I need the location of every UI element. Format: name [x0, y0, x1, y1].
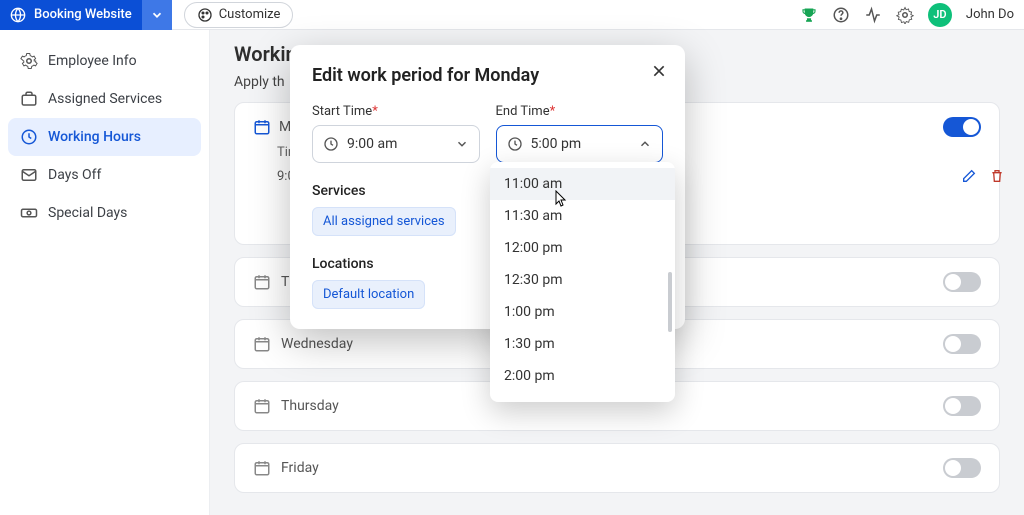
sidebar-item-label: Assigned Services [48, 91, 162, 107]
time-option[interactable]: 11:30 am [490, 200, 675, 232]
end-time-label: End Time* [496, 104, 664, 119]
help-icon[interactable] [832, 6, 850, 24]
delete-icon[interactable] [989, 168, 1005, 184]
start-time-value: 9:00 am [347, 136, 397, 152]
brand-dropdown-button[interactable] [142, 0, 172, 30]
settings-icon[interactable] [896, 6, 914, 24]
sidebar-item-label: Working Hours [48, 129, 141, 145]
day-row-friday: Friday [234, 443, 1000, 493]
sidebar-item-label: Days Off [48, 167, 101, 183]
end-time-select[interactable]: 5:00 pm [496, 125, 664, 163]
modal-title: Edit work period for Monday [312, 65, 663, 86]
sidebar-item-special-days[interactable]: Special Days [8, 194, 201, 232]
sidebar-item-days-off[interactable]: Days Off [8, 156, 201, 194]
palette-icon [197, 7, 213, 23]
close-icon [651, 63, 667, 79]
chevron-up-icon [638, 137, 652, 151]
calendar-icon [253, 118, 271, 136]
locations-chip[interactable]: Default location [312, 280, 425, 309]
calendar-icon [253, 397, 271, 415]
globe-icon [10, 7, 26, 23]
sidebar-item-label: Employee Info [48, 53, 137, 69]
sidebar-item-assigned-services[interactable]: Assigned Services [8, 80, 201, 118]
activity-icon[interactable] [864, 6, 882, 24]
start-time-label: Start Time* [312, 104, 480, 119]
services-chip[interactable]: All assigned services [312, 207, 456, 236]
calendar-icon [253, 459, 271, 477]
chevron-down-icon [455, 137, 469, 151]
briefcase-icon [20, 90, 38, 108]
gear-icon [20, 52, 38, 70]
scrollbar[interactable] [668, 272, 672, 332]
brand-label: Booking Website [34, 7, 132, 22]
day-label: Friday [281, 460, 319, 476]
day-toggle[interactable] [943, 458, 981, 478]
customize-label: Customize [219, 7, 281, 22]
chevron-down-icon [150, 8, 164, 22]
time-option[interactable]: 12:30 pm [490, 264, 675, 296]
envelope-icon [20, 166, 38, 184]
clock-icon [507, 136, 523, 152]
clock-icon [323, 136, 339, 152]
customize-button[interactable]: Customize [184, 2, 294, 28]
time-option[interactable]: 2:30 pm [490, 392, 675, 402]
day-label: Wednesday [281, 336, 353, 352]
edit-icon[interactable] [961, 168, 977, 184]
sidebar-item-label: Special Days [48, 205, 127, 221]
sidebar-item-working-hours[interactable]: Working Hours [8, 118, 201, 156]
clock-icon [20, 128, 38, 146]
avatar[interactable]: JD [928, 3, 952, 27]
time-option[interactable]: 12:00 pm [490, 232, 675, 264]
day-label: T [281, 274, 289, 290]
day-label: Thursday [281, 398, 339, 414]
time-option[interactable]: 1:30 pm [490, 328, 675, 360]
day-toggle[interactable] [943, 117, 981, 137]
user-name[interactable]: John Do [966, 7, 1014, 22]
calendar-icon [253, 335, 271, 353]
topbar-actions: JD John Do [800, 3, 1024, 27]
calendar-icon [253, 273, 271, 291]
day-toggle[interactable] [943, 334, 981, 354]
close-button[interactable] [651, 63, 667, 79]
end-time-value: 5:00 pm [531, 136, 582, 152]
day-toggle[interactable] [943, 396, 981, 416]
start-time-select[interactable]: 9:00 am [312, 125, 480, 163]
brand-button[interactable]: Booking Website [0, 0, 142, 30]
day-toggle[interactable] [943, 272, 981, 292]
trophy-icon[interactable] [800, 6, 818, 24]
end-time-dropdown: 11:00 am 11:30 am 12:00 pm 12:30 pm 1:00… [490, 162, 675, 402]
topbar: Booking Website Customize JD John Do [0, 0, 1024, 30]
time-option[interactable]: 1:00 pm [490, 296, 675, 328]
sidebar: Employee Info Assigned Services Working … [0, 30, 210, 515]
cash-icon [20, 204, 38, 222]
time-option[interactable]: 2:00 pm [490, 360, 675, 392]
sidebar-item-employee-info[interactable]: Employee Info [8, 42, 201, 80]
time-option[interactable]: 11:00 am [490, 168, 675, 200]
